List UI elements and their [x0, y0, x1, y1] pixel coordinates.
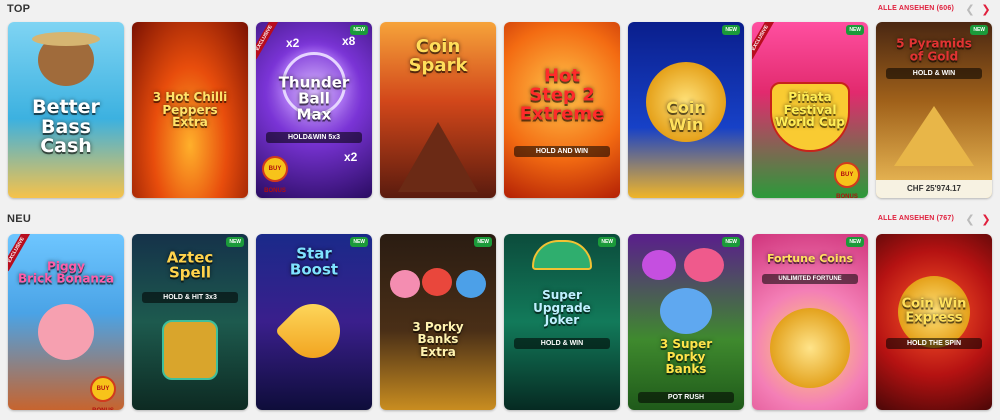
game-subtitle: HOLD & WIN	[886, 68, 982, 79]
game-tile-piggy-brick-bonanza[interactable]: Piggy Brick Bonanza BUY BONUS EXCLUSIVE	[8, 234, 124, 410]
new-badge: NEW	[350, 237, 368, 247]
new-badge: NEW	[970, 25, 988, 35]
new-badge: NEW	[846, 25, 864, 35]
new-badge: NEW	[474, 237, 492, 247]
multiplier-label: x8	[342, 34, 356, 48]
game-subtitle: HOLD&WIN 5x3	[266, 132, 362, 143]
section-title: TOP	[7, 3, 31, 15]
game-tile-coin-spark[interactable]: Coin Spark	[380, 22, 496, 198]
chevron-left-icon[interactable]: ❮	[964, 4, 976, 16]
new-badge: NEW	[846, 237, 864, 247]
multiplier-label: x2	[286, 36, 300, 50]
section-title: NEU	[7, 213, 32, 225]
see-all-link[interactable]: ALLE ANSEHEN (767)	[878, 215, 954, 222]
game-row-neu: Piggy Brick Bonanza BUY BONUS EXCLUSIVE …	[8, 234, 992, 410]
game-tile-thunder-ball-max[interactable]: x2 x8 x2 Thunder Ball Max HOLD&WIN 5x3 B…	[256, 22, 372, 198]
jackpot-amount: CHF 25'974.17	[876, 180, 992, 198]
game-subtitle: HOLD THE SPIN	[886, 338, 982, 349]
game-title: Better Bass Cash	[32, 95, 100, 158]
new-badge: NEW	[350, 25, 368, 35]
buy-bonus-badge: BUY BONUS	[90, 376, 116, 410]
game-subtitle: HOLD & WIN	[514, 338, 610, 349]
game-tile-star-boost[interactable]: Star Boost NEW	[256, 234, 372, 410]
buy-bonus-badge: BUY BONUS	[262, 156, 288, 194]
game-tile-fortune-coins[interactable]: Fortune Coins UNLIMITED FORTUNE NEW	[752, 234, 868, 410]
game-title: Coin Spark	[408, 36, 468, 77]
game-tile-pyramids-of-gold[interactable]: 5 Pyramids of Gold HOLD & WIN CHF 25'974…	[876, 22, 992, 198]
game-tile-porky-banks-extra[interactable]: 3 Porky Banks Extra NEW	[380, 234, 496, 410]
buy-bonus-badge: BUY BONUS	[834, 162, 860, 198]
game-title: Coin Win	[666, 98, 706, 135]
game-title: Coin Win Express	[901, 296, 967, 326]
game-tile-aztec-spell[interactable]: Aztec Spell HOLD & HIT 3x3 NEW	[132, 234, 248, 410]
game-title: Star Boost	[289, 244, 339, 279]
multiplier-label: x2	[344, 150, 358, 164]
game-tile-super-upgrade-joker[interactable]: Super Upgrade Joker HOLD & WIN NEW	[504, 234, 620, 410]
game-tile-pinata-festival[interactable]: Piñata Festival World Cup BUY BONUS NEW …	[752, 22, 868, 198]
game-tile-hot-step-2[interactable]: Hot Step 2 Extreme HOLD AND WIN	[504, 22, 620, 198]
new-badge: NEW	[598, 237, 616, 247]
game-title: Piggy Brick Bonanza	[17, 259, 115, 286]
game-title: 3 Super Porky Banks	[659, 337, 713, 377]
chevron-left-icon[interactable]: ❮	[964, 214, 976, 226]
chevron-right-icon[interactable]: ❯	[980, 4, 992, 16]
game-title: 5 Pyramids of Gold	[896, 36, 972, 64]
game-title: 3 Porky Banks Extra	[412, 319, 464, 359]
game-subtitle: UNLIMITED FORTUNE	[762, 274, 858, 284]
game-subtitle: HOLD & HIT 3x3	[142, 292, 238, 303]
section-header-neu: NEU ALLE ANSEHEN (767) ❮ ❯	[0, 210, 1000, 230]
game-title: 3 Hot Chilli Peppers Extra	[152, 90, 228, 130]
game-title: Aztec Spell	[166, 247, 214, 282]
game-row-top: Better Bass Cash 3 Hot Chilli Peppers Ex…	[8, 22, 992, 198]
game-tile-coin-win-express[interactable]: Coin Win Express HOLD THE SPIN	[876, 234, 992, 410]
new-badge: NEW	[722, 25, 740, 35]
game-title: Fortune Coins	[766, 251, 854, 265]
chevron-right-icon[interactable]: ❯	[980, 214, 992, 226]
game-title: Piñata Festival World Cup	[775, 90, 845, 130]
new-badge: NEW	[226, 237, 244, 247]
section-header-top: TOP ALLE ANSEHEN (606) ❮ ❯	[0, 0, 1000, 20]
game-title: Hot Step 2 Extreme	[519, 65, 605, 125]
see-all-link[interactable]: ALLE ANSEHEN (606)	[878, 5, 954, 12]
game-tile-super-porky-banks[interactable]: 3 Super Porky Banks POT RUSH NEW	[628, 234, 744, 410]
new-badge: NEW	[722, 237, 740, 247]
game-subtitle: POT RUSH	[638, 392, 734, 403]
game-tile-better-bass-cash[interactable]: Better Bass Cash	[8, 22, 124, 198]
game-title: Thunder Ball Max	[278, 73, 350, 124]
game-tile-coin-win[interactable]: Coin Win NEW	[628, 22, 744, 198]
game-tile-hot-chilli-peppers[interactable]: 3 Hot Chilli Peppers Extra	[132, 22, 248, 198]
game-subtitle: HOLD AND WIN	[514, 146, 610, 157]
game-title: Super Upgrade Joker	[533, 288, 591, 328]
